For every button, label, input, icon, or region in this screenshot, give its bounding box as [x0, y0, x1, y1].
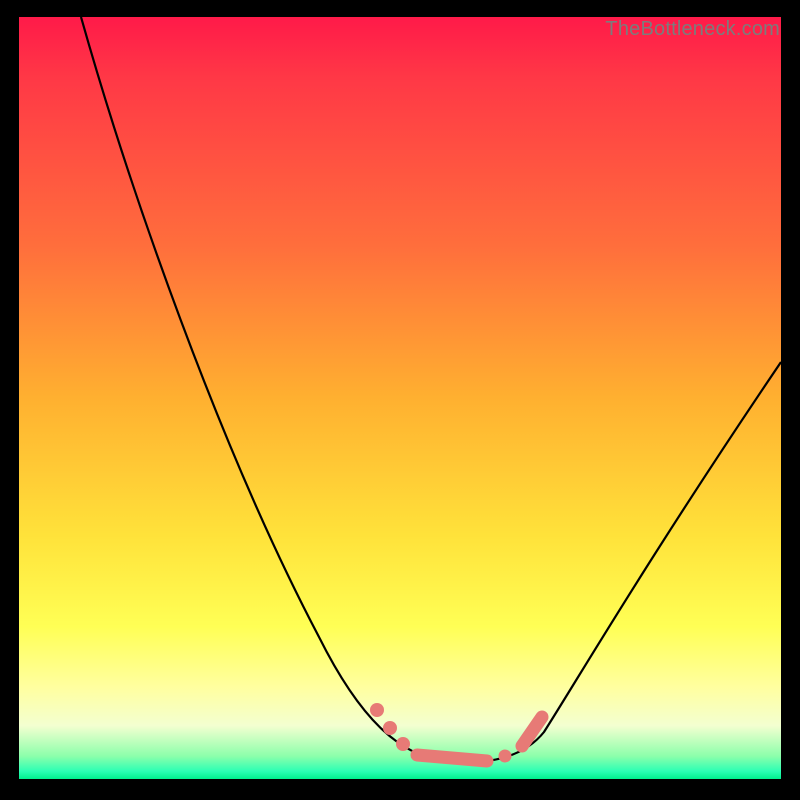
- chart-frame: TheBottleneck.com: [0, 0, 800, 800]
- chart-plot-area: [19, 17, 781, 779]
- marker-bottom: [417, 755, 487, 761]
- watermark-text: TheBottleneck.com: [605, 18, 780, 41]
- marker-dot: [370, 703, 384, 717]
- bottleneck-curve: [19, 17, 781, 779]
- marker-dot: [499, 750, 512, 763]
- curve-path: [81, 17, 781, 763]
- marker-dot: [396, 737, 410, 751]
- marker-ascending: [522, 717, 542, 746]
- marker-dot: [383, 721, 397, 735]
